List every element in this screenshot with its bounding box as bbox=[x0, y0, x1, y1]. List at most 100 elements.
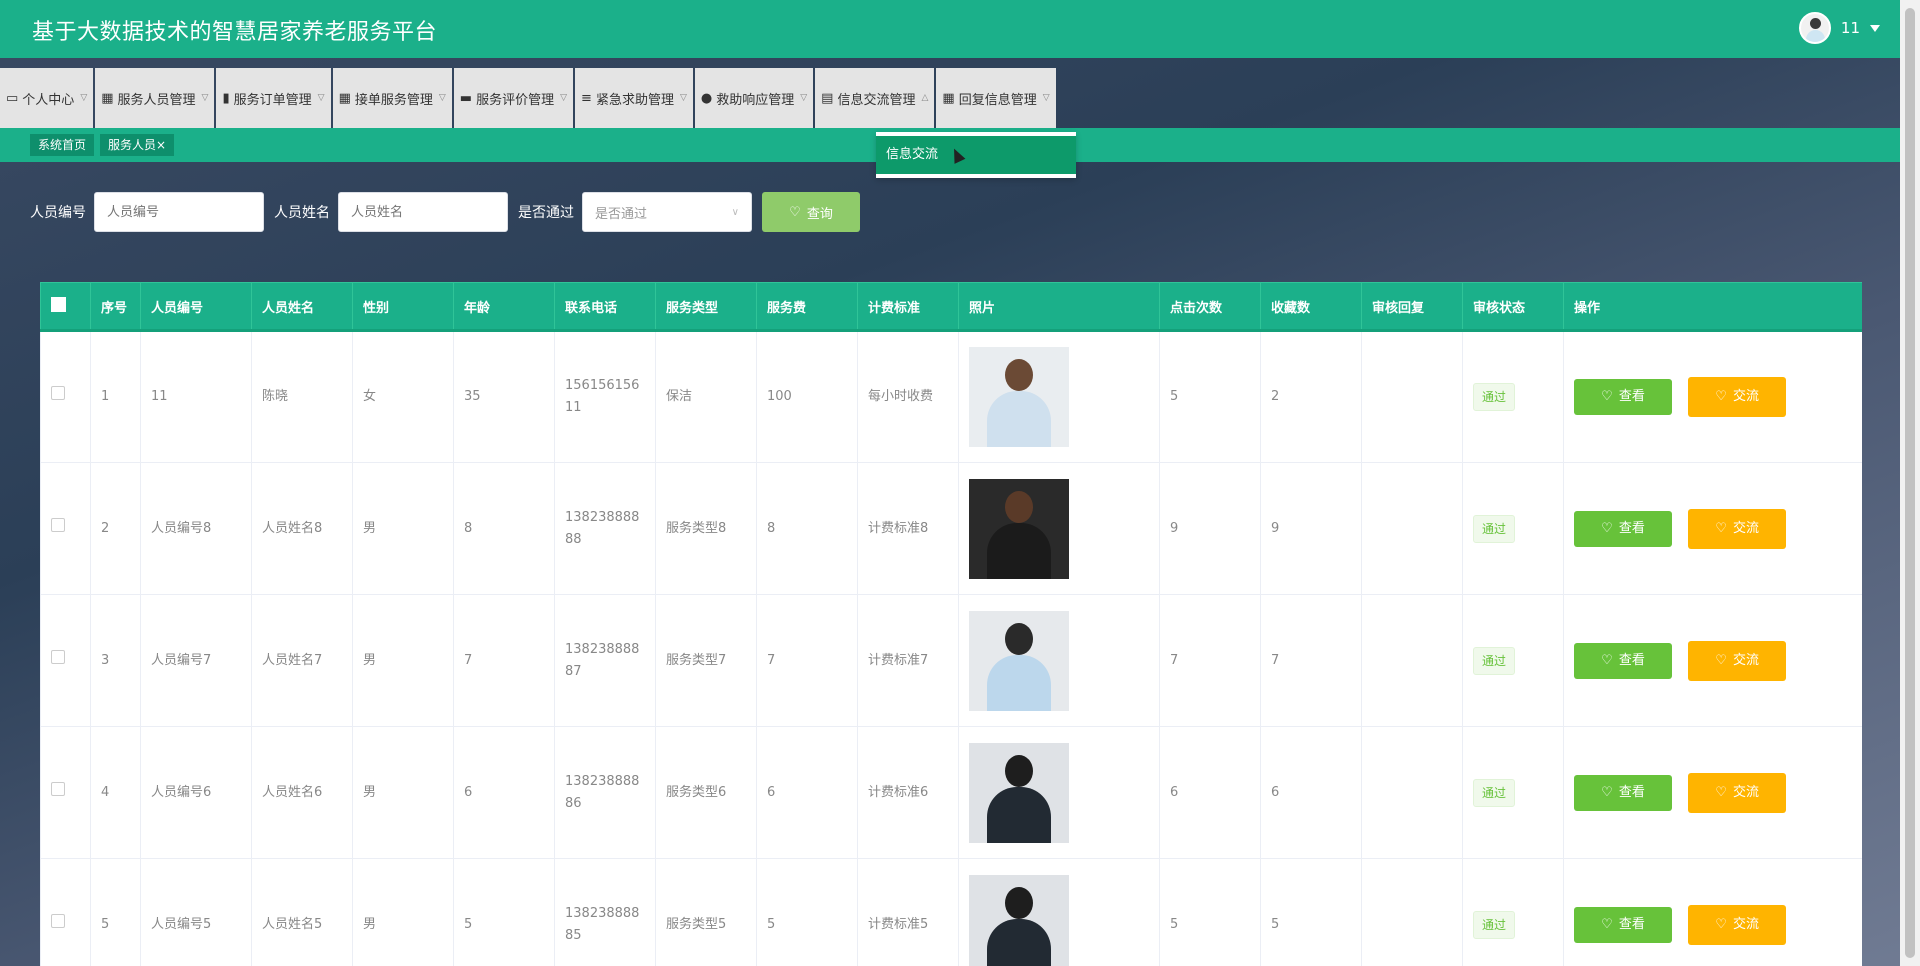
dropdown-item-messages[interactable]: 信息交流 bbox=[876, 136, 1076, 174]
tag-current[interactable]: 服务人员× bbox=[100, 134, 175, 156]
card-icon: ▭ bbox=[6, 90, 19, 106]
col-header: 服务费 bbox=[756, 282, 858, 332]
cell-gender: 男 bbox=[352, 726, 454, 859]
nav-item-orders[interactable]: ▮ 服务订单管理 ▽ bbox=[216, 68, 331, 128]
nav-item-accept[interactable]: ▦ 接单服务管理 ▽ bbox=[332, 68, 452, 128]
col-header: 服务类型 bbox=[655, 282, 757, 332]
status-badge: 通过 bbox=[1473, 910, 1516, 939]
nav-label: 服务人员管理 bbox=[117, 92, 196, 108]
bulb-icon: ● bbox=[700, 90, 713, 106]
photo-body bbox=[987, 786, 1051, 843]
cell-standard: 计费标准8 bbox=[857, 462, 959, 595]
cell-photo bbox=[958, 858, 1160, 966]
user-menu[interactable]: 11 bbox=[1798, 12, 1880, 44]
nav-item-reviews[interactable]: ▬ 服务评价管理 ▽ bbox=[453, 68, 574, 128]
cell-no: 5 bbox=[90, 858, 141, 966]
row-checkbox[interactable] bbox=[51, 913, 65, 928]
phone-line-1: 138238888 bbox=[565, 773, 640, 789]
view-button[interactable]: ♡ 查看 bbox=[1574, 774, 1672, 811]
col-header: 审核状态 bbox=[1462, 282, 1564, 332]
chat-label: 交流 bbox=[1732, 652, 1759, 668]
nav-item-emergency[interactable]: ≡ 紧急求助管理 ▽ bbox=[575, 68, 693, 128]
view-label: 查看 bbox=[1618, 389, 1645, 404]
select-all-checkbox[interactable] bbox=[51, 296, 66, 312]
tag-home[interactable]: 系统首页 bbox=[30, 134, 95, 156]
chat-label: 交流 bbox=[1732, 520, 1759, 536]
page-scrollbar[interactable] bbox=[1900, 0, 1920, 966]
cell-clicks: 9 bbox=[1159, 462, 1261, 595]
avatar[interactable] bbox=[1798, 12, 1831, 44]
close-icon[interactable]: × bbox=[156, 138, 166, 152]
nav-item-messages[interactable]: ▤ 信息交流管理 △ bbox=[815, 68, 935, 128]
photo-head bbox=[1005, 754, 1033, 787]
name-input[interactable] bbox=[338, 192, 508, 232]
sliders-icon: ≡ bbox=[581, 90, 592, 106]
phone-line-1: 138238888 bbox=[565, 641, 640, 657]
staff-photo bbox=[969, 478, 1069, 579]
clipboard-icon: ▤ bbox=[821, 90, 834, 106]
chevron-down-icon: ▽ bbox=[201, 93, 209, 103]
cell-status: 通过 bbox=[1462, 594, 1564, 727]
staff-photo bbox=[969, 742, 1069, 843]
row-checkbox[interactable] bbox=[51, 386, 65, 400]
view-button[interactable]: ♡ 查看 bbox=[1574, 642, 1672, 679]
scrollbar-thumb[interactable] bbox=[1905, 8, 1915, 958]
row-checkbox[interactable] bbox=[51, 517, 65, 532]
cell-no: 4 bbox=[90, 726, 141, 859]
nav-item-staff[interactable]: ▦ 服务人员管理 ▽ bbox=[95, 68, 215, 128]
nav-label: 服务订单管理 bbox=[233, 92, 312, 108]
nav-item-profile[interactable]: ▭ 个人中心 ▽ bbox=[0, 68, 94, 128]
app-title: 基于大数据技术的智慧居家养老服务平台 bbox=[32, 20, 438, 45]
row-select-cell bbox=[40, 330, 91, 463]
cell-id: 人员编号8 bbox=[140, 462, 252, 595]
username[interactable]: 11 bbox=[1841, 19, 1860, 37]
pass-select[interactable]: 是否通过 ∨ bbox=[582, 192, 752, 232]
id-input[interactable] bbox=[94, 192, 264, 232]
cell-fee: 5 bbox=[756, 858, 858, 966]
status-badge: 通过 bbox=[1473, 778, 1516, 807]
staff-photo bbox=[969, 347, 1069, 447]
view-button[interactable]: ♡ 查看 bbox=[1574, 906, 1672, 943]
chat-button[interactable]: ♡ 交流 bbox=[1688, 377, 1787, 417]
photo-body bbox=[987, 918, 1051, 966]
row-select-cell bbox=[40, 858, 91, 966]
photo-head bbox=[1005, 886, 1033, 919]
heart-icon: ♡ bbox=[1715, 520, 1727, 536]
chevron-down-icon[interactable] bbox=[1870, 24, 1880, 32]
app-header: 基于大数据技术的智慧居家养老服务平台 11 bbox=[0, 0, 1900, 58]
phone-line-2: 88 bbox=[565, 531, 582, 547]
table-row: 2 人员编号8 人员姓名8 男 8 138238888 88 服务类型8 8 计费… bbox=[40, 462, 1862, 595]
chat-button[interactable]: ♡ 交流 bbox=[1688, 508, 1787, 549]
cell-name: 陈晓 bbox=[251, 330, 353, 463]
col-header: 审核回复 bbox=[1361, 282, 1463, 332]
grid-icon: ▦ bbox=[942, 90, 955, 106]
table-header-row: 序号 人员编号 人员姓名 性别 年龄 联系电话 服务类型 服务费 计费标准 照片… bbox=[40, 282, 1862, 332]
nav-item-rescue[interactable]: ● 救助响应管理 ▽ bbox=[694, 68, 814, 128]
row-select-cell bbox=[40, 594, 91, 727]
staff-photo bbox=[969, 874, 1069, 966]
photo-head bbox=[1005, 622, 1033, 655]
view-button[interactable]: ♡ 查看 bbox=[1574, 510, 1672, 547]
query-button[interactable]: ♡ 查询 bbox=[762, 192, 860, 232]
heart-icon: ♡ bbox=[1601, 389, 1613, 404]
cell-actions: ♡ 查看 ♡ 交流 bbox=[1563, 330, 1862, 463]
col-header: 人员编号 bbox=[140, 282, 252, 332]
row-checkbox[interactable] bbox=[51, 781, 65, 796]
cell-id: 人员编号6 bbox=[140, 726, 252, 859]
pass-label: 是否通过 bbox=[518, 205, 574, 221]
nav-item-replies[interactable]: ▦ 回复信息管理 ▽ bbox=[936, 68, 1056, 128]
pass-select-value: 是否通过 bbox=[595, 206, 648, 222]
chat-button[interactable]: ♡ 交流 bbox=[1688, 640, 1787, 681]
name-label: 人员姓名 bbox=[274, 205, 330, 221]
view-button[interactable]: ♡ 查看 bbox=[1574, 379, 1672, 415]
cell-name: 人员姓名7 bbox=[251, 594, 353, 727]
chat-button[interactable]: ♡ 交流 bbox=[1688, 904, 1787, 945]
cell-actions: ♡ 查看 ♡ 交流 bbox=[1563, 858, 1862, 966]
phone-line-1: 138238888 bbox=[565, 509, 640, 525]
chevron-down-icon: ▽ bbox=[1042, 93, 1050, 103]
row-checkbox[interactable] bbox=[51, 649, 65, 664]
chat-button[interactable]: ♡ 交流 bbox=[1688, 772, 1787, 813]
chat-label: 交流 bbox=[1732, 389, 1759, 404]
phone-line-2: 87 bbox=[565, 663, 582, 679]
photo-body bbox=[987, 654, 1051, 711]
